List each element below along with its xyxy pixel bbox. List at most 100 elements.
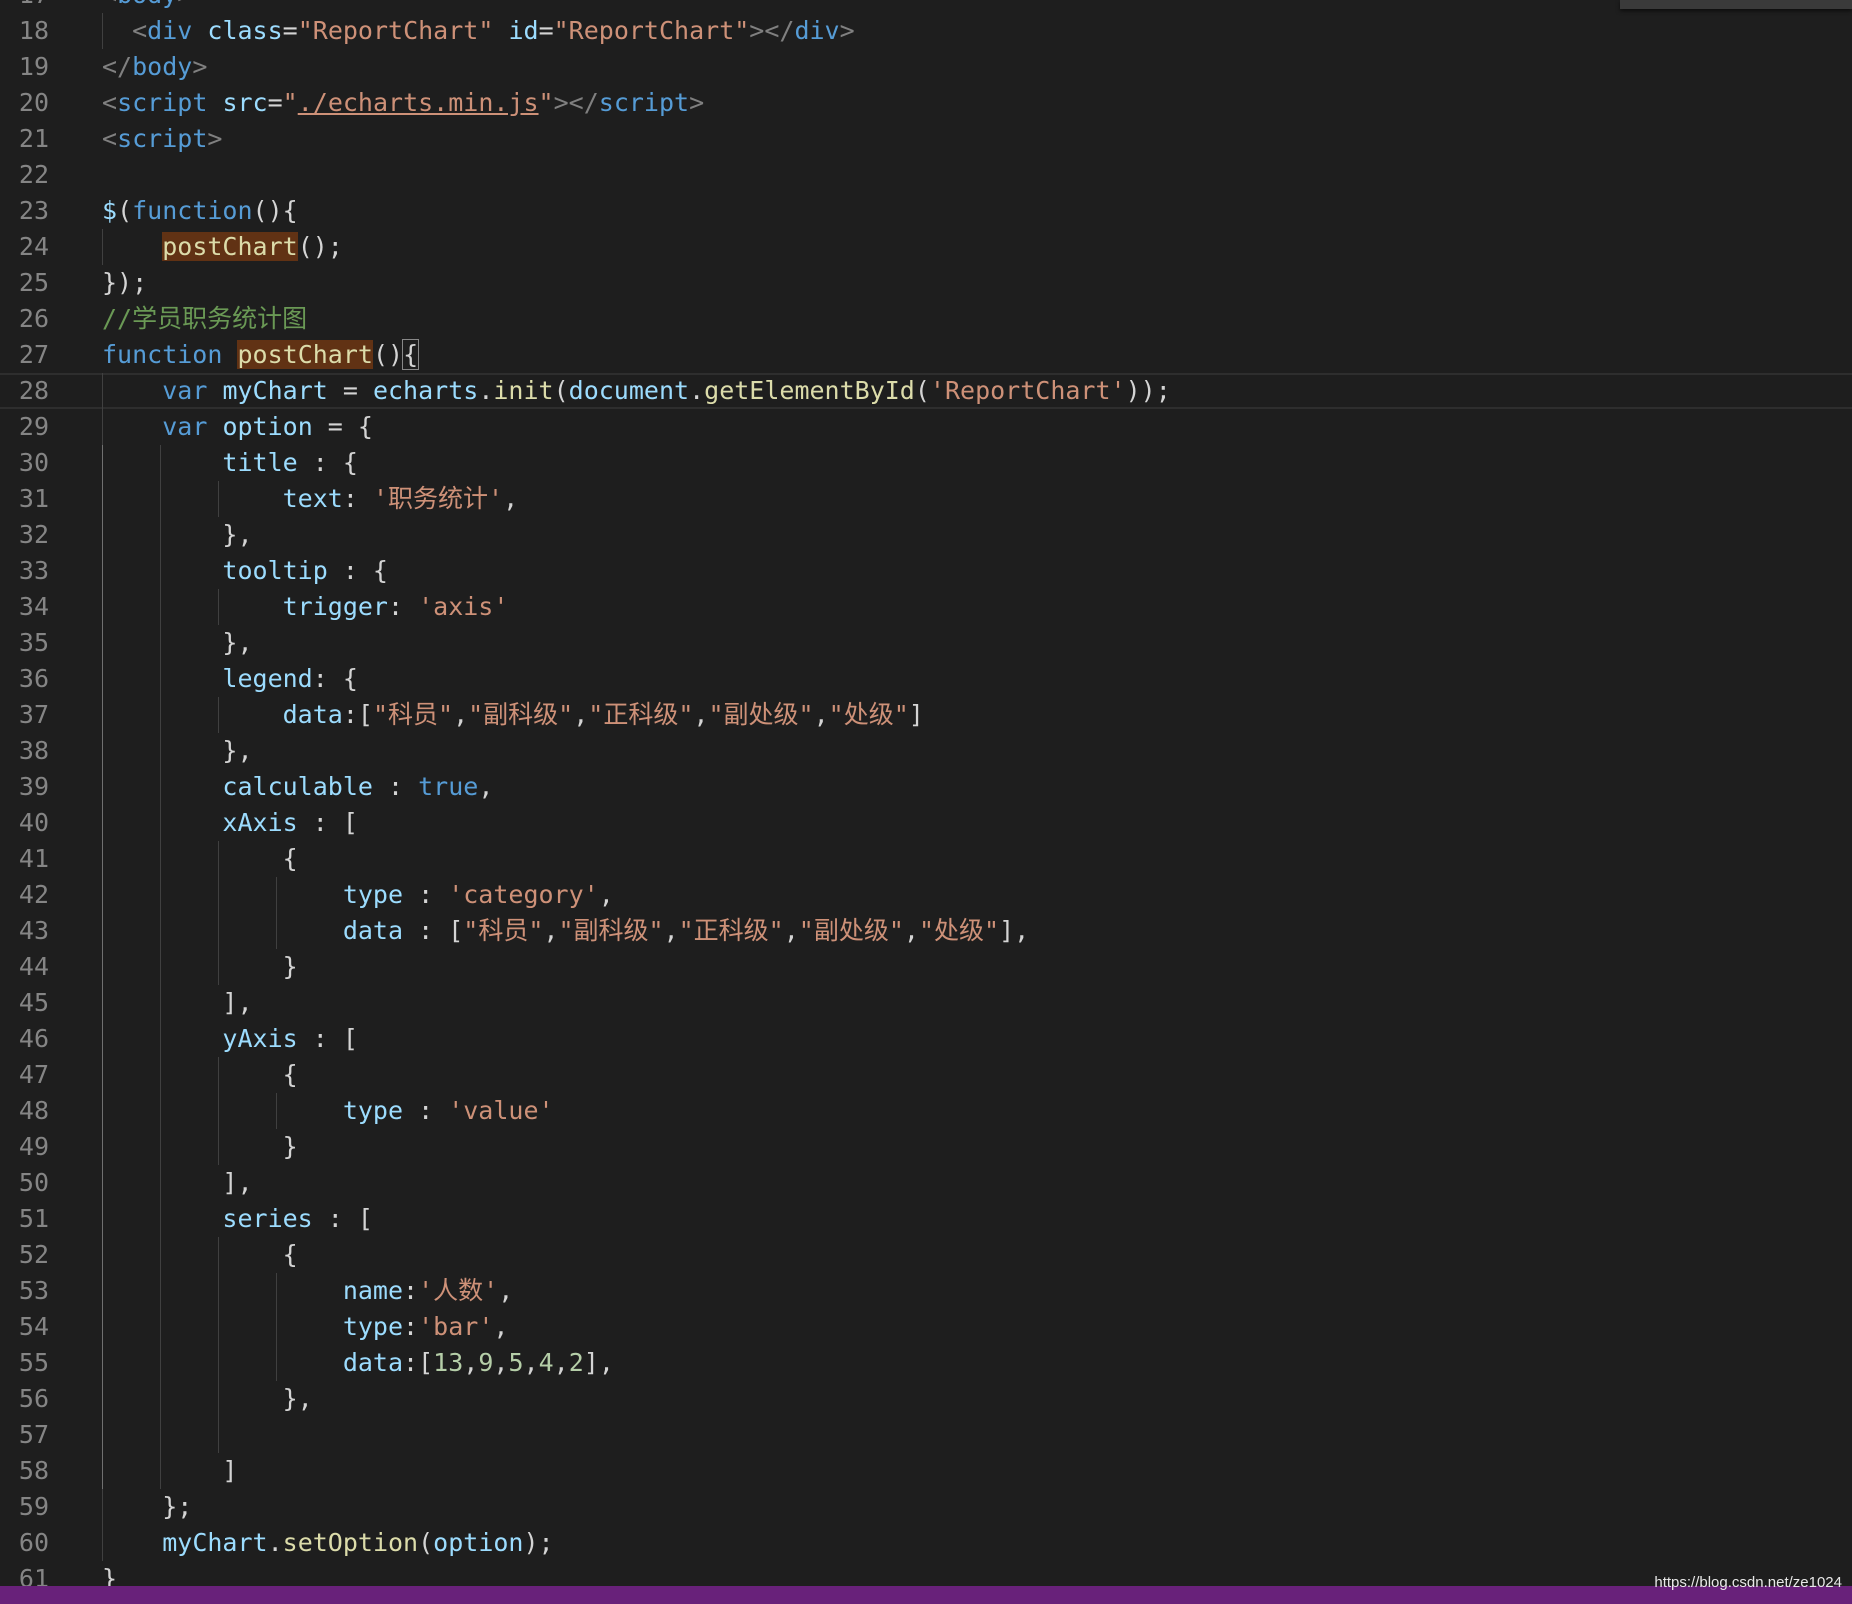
code-line[interactable]: 60 myChart.setOption(option); — [0, 1525, 1852, 1561]
code-line[interactable]: 47 { — [0, 1057, 1852, 1093]
code-line[interactable]: 20 <script src="./echarts.min.js"></scrip… — [0, 85, 1852, 121]
code-text[interactable]: ], — [102, 1165, 252, 1201]
code-line[interactable]: 44 } — [0, 949, 1852, 985]
code-line[interactable]: 59 }; — [0, 1489, 1852, 1525]
code-token: " — [282, 88, 298, 117]
code-text[interactable]: trigger: 'axis' — [102, 589, 509, 625]
code-token: { — [102, 1060, 298, 1089]
code-text[interactable]: }, — [102, 733, 252, 769]
code-text[interactable]: data : ["科员","副科级","正科级","副处级","处级"], — [102, 913, 1029, 949]
code-line[interactable]: 53 name:'人数', — [0, 1273, 1852, 1309]
code-line[interactable]: 25}); — [0, 265, 1852, 301]
code-text[interactable]: }, — [102, 1381, 313, 1417]
code-line[interactable]: 33 tooltip : { — [0, 553, 1852, 589]
code-text[interactable]: }; — [102, 1489, 192, 1525]
code-line[interactable]: 41 { — [0, 841, 1852, 877]
code-text[interactable]: } — [102, 1561, 117, 1586]
code-line[interactable]: 18 <div class="ReportChart" id="ReportCh… — [0, 13, 1852, 49]
code-text[interactable]: title : { — [102, 445, 357, 481]
code-text[interactable]: //学员职务统计图 — [102, 301, 307, 337]
code-line[interactable]: 35 }, — [0, 625, 1852, 661]
code-text[interactable]: } — [102, 949, 298, 985]
code-text[interactable]: { — [102, 1057, 298, 1093]
code-line[interactable]: 26 //学员职务统计图 — [0, 301, 1852, 337]
code-token: < — [102, 88, 118, 117]
code-line[interactable]: 31 text: '职务统计', — [0, 481, 1852, 517]
code-text[interactable]: function postChart(){ — [102, 337, 420, 373]
line-number: 60 — [18, 1528, 49, 1557]
code-text[interactable]: var option = { — [102, 409, 373, 445]
code-line[interactable]: 48 type : 'value' — [0, 1093, 1852, 1129]
code-line[interactable]: 38 }, — [0, 733, 1852, 769]
code-text[interactable]: data:[13,9,5,4,2], — [102, 1345, 614, 1381]
code-text[interactable]: ], — [102, 985, 252, 1021]
code-line[interactable]: 43 data : ["科员","副科级","正科级","副处级","处级"], — [0, 913, 1852, 949]
code-line[interactable]: 54 type:'bar', — [0, 1309, 1852, 1345]
code-line[interactable]: 42 type : 'category', — [0, 877, 1852, 913]
code-text[interactable]: <div class="ReportChart" id="ReportChart… — [102, 13, 855, 49]
code-line[interactable]: 58 ] — [0, 1453, 1852, 1489]
code-text[interactable]: <body> — [102, 0, 192, 13]
code-line[interactable]: 39 calculable : true, — [0, 769, 1852, 805]
code-line[interactable]: 49 } — [0, 1129, 1852, 1165]
code-line[interactable]: 32 }, — [0, 517, 1852, 553]
code-line[interactable]: 56 }, — [0, 1381, 1852, 1417]
code-text[interactable]: { — [102, 841, 298, 877]
code-text[interactable]: xAxis : [ — [102, 805, 357, 841]
code-line[interactable]: 29 var option = { — [0, 409, 1852, 445]
code-text[interactable]: type:'bar', — [102, 1309, 509, 1345]
code-text[interactable]: { — [102, 1237, 298, 1273]
code-line[interactable]: 57 — [0, 1417, 1852, 1453]
code-line[interactable]: 34 trigger: 'axis' — [0, 589, 1852, 625]
code-text[interactable]: tooltip : { — [102, 553, 388, 589]
code-line[interactable]: 37 data:["科员","副科级","正科级","副处级","处级"] — [0, 697, 1852, 733]
code-line[interactable]: 24 postChart(); — [0, 229, 1852, 265]
code-text[interactable]: postChart(); — [102, 229, 343, 265]
code-text[interactable]: type : 'value' — [102, 1093, 554, 1129]
code-text[interactable]: yAxis : [ — [102, 1021, 357, 1057]
code-editor[interactable]: 17<body>18 <div class="ReportChart" id="… — [0, 0, 1852, 1586]
code-text[interactable]: <script src="./echarts.min.js"></script> — [102, 85, 704, 121]
code-line[interactable]: 46 yAxis : [ — [0, 1021, 1852, 1057]
code-line[interactable]: 22 — [0, 157, 1852, 193]
code-text[interactable]: type : 'category', — [102, 877, 614, 913]
code-text[interactable]: }, — [102, 517, 253, 553]
minimap-slider[interactable] — [1620, 0, 1852, 9]
code-line[interactable]: 55 data:[13,9,5,4,2], — [0, 1345, 1852, 1381]
code-token: type — [342, 1096, 404, 1125]
code-text[interactable]: legend: { — [102, 661, 357, 697]
code-text[interactable]: text: '职务统计', — [102, 481, 519, 517]
code-text[interactable]: calculable : true, — [102, 769, 493, 805]
code-line[interactable]: 19 </body> — [0, 49, 1852, 85]
code-line[interactable]: 51 series : [ — [0, 1201, 1852, 1237]
code-text[interactable]: data:["科员","副科级","正科级","副处级","处级"] — [102, 697, 924, 733]
code-line[interactable]: 36 legend: { — [0, 661, 1852, 697]
code-text[interactable]: name:'人数', — [102, 1273, 513, 1309]
code-text[interactable]: ] — [102, 1453, 237, 1489]
code-line[interactable]: 30 title : { — [0, 445, 1852, 481]
code-text[interactable]: var myChart = echarts.init(document.getE… — [102, 373, 1171, 409]
line-number: 57 — [18, 1420, 49, 1449]
code-line[interactable]: 27 function postChart(){ — [0, 337, 1852, 373]
code-token: series — [222, 1204, 313, 1233]
code-line[interactable]: 52 { — [0, 1237, 1852, 1273]
code-line[interactable]: 21 <script> — [0, 121, 1852, 157]
code-text[interactable]: series : [ — [102, 1201, 373, 1237]
code-text[interactable]: } — [102, 1129, 298, 1165]
code-token: }, — [102, 520, 253, 549]
code-line[interactable]: 45 ], — [0, 985, 1852, 1021]
code-text[interactable]: myChart.setOption(option); — [102, 1525, 553, 1561]
code-text[interactable]: }); — [102, 265, 147, 301]
code-text[interactable]: </body> — [102, 49, 207, 85]
code-line[interactable]: 61} — [0, 1561, 1852, 1586]
code-line[interactable]: 17 <body> — [0, 0, 1852, 13]
code-line[interactable]: 40 xAxis : [ — [0, 805, 1852, 841]
code-text[interactable]: <script> — [102, 121, 222, 157]
code-text[interactable]: $(function(){ — [102, 193, 298, 229]
code-line[interactable]: 50 ], — [0, 1165, 1852, 1201]
code-line[interactable]: 23 $(function(){ — [0, 193, 1852, 229]
code-text[interactable]: }, — [102, 625, 252, 661]
code-token: , — [813, 700, 829, 729]
code-line[interactable]: 28 var myChart = echarts.init(document.g… — [0, 373, 1852, 409]
